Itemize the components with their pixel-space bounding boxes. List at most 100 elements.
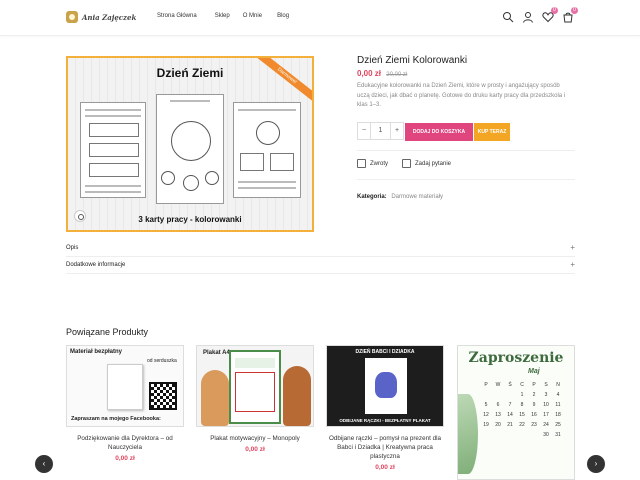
calendar-day <box>504 432 516 438</box>
image-caption: ODBIJANE RĄCZKI - BEZPŁATNY PLAKAT <box>339 418 431 423</box>
free-ribbon: Darmowe! <box>249 58 312 107</box>
product-image[interactable]: Dzień Ziemi Darmowe! 3 karty pracy - kol… <box>66 56 314 232</box>
calendar-day <box>492 392 504 398</box>
heart-icon[interactable]: 0 <box>542 7 558 23</box>
site-header: Ania Zajęczek Strona Główna Sklep O Mnie… <box>0 0 640 36</box>
main-nav: Strona Główna Sklep O Mnie Blog <box>157 13 307 19</box>
calendar-day: 4 <box>556 392 560 398</box>
illustration-girl <box>201 370 229 426</box>
calendar-day-label: W <box>495 382 501 388</box>
tab-additional-info-label: Dodatkowe informacje <box>66 262 126 268</box>
related-product-image[interactable]: Plakat A4 <box>196 345 314 427</box>
related-product-card[interactable]: Zaproszenie Maj P W Ś C P S N 1 2 3 4 5 6 7 8 9 10 11 12 13… <box>457 345 575 480</box>
search-icon[interactable] <box>502 10 514 23</box>
calendar-week-row: 30 31 <box>480 432 564 438</box>
calendar-day: 9 <box>532 402 536 408</box>
calendar-day <box>504 392 516 398</box>
worksheet-2 <box>156 94 224 204</box>
calendar-day-label: C <box>520 382 524 388</box>
related-product-name[interactable]: Podziękowanie dla Dyrektora – od Nauczyc… <box>66 434 184 452</box>
calendar-day: 22 <box>519 422 525 428</box>
calendar-day: 23 <box>531 422 537 428</box>
cart-count-badge: 0 <box>571 7 578 14</box>
carousel-next-button[interactable]: › <box>587 455 605 473</box>
related-product-name[interactable]: Odbijane rączki – pomysł na prezent dla … <box>326 434 444 461</box>
quantity-input[interactable]: 1 <box>370 123 391 139</box>
tab-additional-info[interactable]: Dodatkowe informacje + <box>66 258 575 274</box>
nav-shop[interactable]: Sklep <box>215 13 230 19</box>
ask-question-link[interactable]: Zadaj pytanie <box>402 159 451 168</box>
calendar-day <box>492 432 504 438</box>
calendar-day: 3 <box>544 392 548 398</box>
leaf-decoration <box>458 394 478 474</box>
image-caption: Zapraszam na mojego Facebooka: <box>71 416 161 422</box>
qr-code-icon <box>149 382 177 410</box>
calendar-week-row: 5 6 7 8 9 10 11 <box>480 402 564 408</box>
add-to-cart-button[interactable]: DODAJ DO KOSZYKA <box>405 123 473 141</box>
calendar-week-row: 12 13 14 15 16 17 18 <box>480 412 564 418</box>
calendar-week-row: 19 20 21 22 23 24 25 <box>480 422 564 428</box>
nav-home[interactable]: Strona Główna <box>157 13 197 19</box>
calendar-day: 15 <box>519 412 525 418</box>
current-price: 0,00 zł <box>357 69 382 78</box>
calendar-day: 2 <box>532 392 536 398</box>
zoom-icon[interactable] <box>74 210 86 222</box>
ask-question-label: Zadaj pytanie <box>415 160 452 167</box>
related-product-name[interactable]: Plakat motywacyjny – Monopoly <box>196 434 314 443</box>
related-product-card[interactable]: DZIEŃ BABCI I DZIADKA ODBIJANE RĄCZKI - … <box>326 345 444 471</box>
qty-decrease-button[interactable]: − <box>358 123 370 139</box>
calendar-day: 31 <box>555 432 561 438</box>
product-description: Edukacyjne kolorowanki na Dzień Ziemi, k… <box>357 83 566 108</box>
product-links: Zwroty Zadaj pytanie <box>357 159 451 168</box>
calendar-day: 19 <box>483 422 489 428</box>
quantity-stepper: − 1 + <box>357 122 404 140</box>
tab-description-label: Opis <box>66 245 79 251</box>
calendar-day-label: S <box>544 382 548 388</box>
image-caption: Plakat A4 <box>203 350 230 356</box>
product-price: 0,00 zł 20,00 zł <box>357 69 407 78</box>
related-products-heading: Powiązane Produkty <box>66 327 149 337</box>
image-caption: DZIEŃ BABCI I DZIADKA <box>355 349 415 355</box>
calendar-day: 18 <box>555 412 561 418</box>
related-product-image[interactable]: Zaproszenie Maj P W Ś C P S N 1 2 3 4 5 6 7 8 9 10 11 12 13… <box>457 345 575 480</box>
calendar-day <box>516 432 528 438</box>
calendar-grid: P W Ś C P S N 1 2 3 4 5 6 7 8 9 10 11 12 13 14 15 16 17 18 19 20 21… <box>480 382 564 442</box>
related-product-card[interactable]: Plakat A4 Plakat motywacyjny – Monopoly … <box>196 345 314 453</box>
calendar-day <box>480 392 492 398</box>
calendar-day-label: P <box>484 382 488 388</box>
buy-now-button[interactable]: KUP TERAZ <box>474 123 510 141</box>
calendar-day: 7 <box>508 402 512 408</box>
cart-icon[interactable]: 0 <box>562 7 578 23</box>
qty-increase-button[interactable]: + <box>391 123 403 139</box>
site-logo[interactable]: Ania Zajęczek <box>66 11 136 23</box>
user-icon[interactable] <box>522 10 534 23</box>
related-product-image[interactable]: Materiał bezpłatny od serduszka Zaprasza… <box>66 345 184 427</box>
related-product-price: 0,00 zł <box>375 464 395 471</box>
category-link[interactable]: Darmowe materiały <box>391 194 443 200</box>
product-title: Dzień Ziemi Kolorowanki <box>357 55 468 66</box>
calendar-day: 8 <box>520 402 524 408</box>
calendar-day: 13 <box>495 412 501 418</box>
calendar-day: 20 <box>495 422 501 428</box>
calendar-day: 6 <box>496 402 500 408</box>
category-label: Kategoria: <box>357 194 387 200</box>
nav-blog[interactable]: Blog <box>277 13 289 19</box>
related-product-card[interactable]: Materiał bezpłatny od serduszka Zaprasza… <box>66 345 184 462</box>
nav-about[interactable]: O Mnie <box>243 13 262 19</box>
calendar-day-label: N <box>556 382 560 388</box>
returns-link[interactable]: Zwroty <box>357 159 388 168</box>
poster-thumbnail <box>365 358 407 414</box>
calendar-day: 12 <box>483 412 489 418</box>
calendar-day: 16 <box>531 412 537 418</box>
calendar-day: 25 <box>555 422 561 428</box>
related-product-price: 0,00 zł <box>115 455 135 462</box>
old-price: 20,00 zł <box>386 72 408 78</box>
worksheet-3 <box>233 102 301 198</box>
carousel-prev-button[interactable]: ‹ <box>35 455 53 473</box>
product-category: Kategoria: Darmowe materiały <box>357 194 443 200</box>
calendar-day <box>528 432 540 438</box>
wishlist-count-badge: 0 <box>551 7 558 14</box>
related-product-image[interactable]: DZIEŃ BABCI I DZIADKA ODBIJANE RĄCZKI - … <box>326 345 444 427</box>
tab-description[interactable]: Opis + <box>66 241 575 257</box>
calendar-day: 5 <box>484 402 488 408</box>
